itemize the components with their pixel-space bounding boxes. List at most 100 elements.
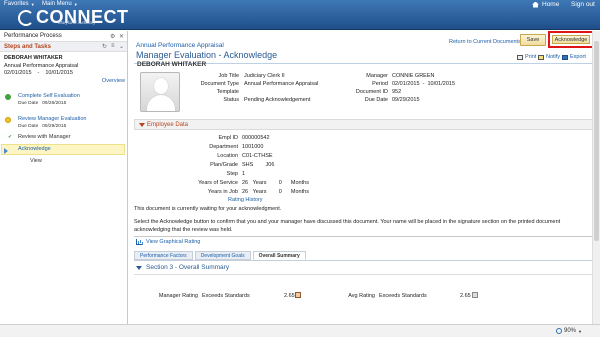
scrollbar-thumb[interactable] [594, 41, 599, 241]
zoom-icon [556, 328, 562, 334]
export-link[interactable]: Export [562, 54, 586, 60]
empl-id-value: 000000542 [242, 135, 270, 141]
field-label: Empl ID [218, 135, 238, 141]
save-button[interactable]: Save [520, 34, 546, 46]
field-period: Period [130, 81, 388, 88]
field-plan-grade: Plan/Grade [130, 162, 238, 169]
refresh-icon[interactable]: ↻ [102, 43, 107, 50]
field-label: Years in Job [207, 189, 238, 195]
tab-overall-summary[interactable]: Overall Summary [252, 251, 306, 260]
field-location: Location [130, 153, 238, 160]
divider [134, 236, 596, 237]
chevron-down-icon: ▼ [73, 1, 78, 7]
breadcrumb[interactable]: Annual Performance Appraisal [136, 42, 224, 49]
gear-icon[interactable]: ⚙ [110, 33, 115, 40]
substep-view[interactable]: View [30, 158, 42, 165]
employee-data-section-header[interactable]: Employee Data [134, 119, 596, 130]
field-step: Step [130, 171, 238, 178]
section-3-header[interactable]: Section 3 - Overall Summary [136, 264, 229, 271]
tab-performance-factors[interactable]: Performance Factors [134, 251, 193, 260]
step-review-manager-evaluation[interactable]: Review Manager Evaluation Due Date 09/29… [18, 116, 86, 130]
field-label: Document ID [355, 89, 388, 95]
rating-history-link[interactable]: Rating History [228, 197, 263, 203]
field-label: Step [226, 171, 238, 177]
department-value: 1001000 [242, 144, 264, 150]
field-document-id: Document ID [130, 89, 388, 96]
collapse-arrow-icon [136, 265, 142, 270]
export-label: Export [570, 54, 586, 60]
manager-value: CONNIE GREEN [392, 73, 435, 79]
employee-name: DEBORAH WHITAKER [4, 55, 63, 61]
period-start: 02/01/2015 [4, 70, 32, 76]
field-label: Due Date [364, 97, 388, 103]
period-value: 02/01/2015 - 10/01/2015 [392, 81, 455, 87]
brand-logo: CONNECT [18, 8, 129, 29]
print-icon [517, 54, 523, 60]
acknowledge-instructions: Select the Acknowledge button to confirm… [134, 219, 561, 233]
chevron-down-icon: ▼ [30, 1, 35, 7]
waiting-message: This document is currently waiting for y… [134, 206, 282, 212]
avg-rating-label-wrap: Avg Rating [130, 293, 375, 300]
substep-review-with-manager[interactable]: Review with Manager [18, 134, 71, 141]
document-id-value: 952 [392, 89, 402, 95]
substep-acknowledge[interactable]: Acknowledge [18, 146, 51, 153]
chevron-down-icon: ▼ [578, 328, 582, 334]
field-label: Location [217, 153, 238, 159]
employee-summary: DEBORAH WHITAKER Annual Performance Appr… [0, 52, 127, 78]
period: 02/01/2015 - 10/01/2015 [4, 70, 123, 78]
document-type: Annual Performance Appraisal [4, 62, 79, 69]
print-link[interactable]: Print [517, 54, 536, 60]
period-separator: - [37, 70, 40, 76]
check-icon: ✔ [8, 134, 13, 140]
panel-title: Performance Process [4, 33, 62, 39]
vertical-scrollbar[interactable] [592, 31, 600, 324]
close-icon[interactable]: ✕ [119, 33, 124, 40]
field-years-of-service: Years of Service [130, 180, 238, 187]
home-icon [532, 1, 539, 8]
zoom-control[interactable]: 90% ▼ [556, 328, 582, 334]
notify-link[interactable]: Notify [538, 54, 560, 60]
field-department: Department [130, 144, 238, 151]
section-3-title: Section 3 - Overall Summary [146, 264, 230, 271]
tab-underline [134, 260, 596, 261]
step-label[interactable]: Review Manager Evaluation [18, 116, 86, 123]
section-title: Employee Data [147, 122, 189, 128]
current-step-arrow-icon [4, 148, 8, 154]
due-date: 09/26/2015 [42, 101, 67, 106]
return-to-current-documents-link[interactable]: Return to Current Documents [449, 39, 521, 45]
performance-process-panel: Performance Process ⚙ ✕ Steps and Tasks … [0, 31, 128, 324]
employee-name-heading: DEBORAH WHITAKER [137, 61, 207, 68]
steps-title: Steps and Tasks [4, 44, 51, 50]
step-value: 1 [242, 171, 246, 177]
tab-development-goals[interactable]: Development Goals [194, 251, 251, 260]
favorites-menu[interactable]: Favorites ▼ [4, 1, 35, 7]
collapse-arrow-icon [139, 123, 145, 127]
home-link[interactable]: Home [532, 1, 559, 8]
view-graphical-rating-link[interactable]: View Graphical Rating [136, 239, 200, 245]
rating-details-icon[interactable] [472, 292, 478, 298]
view-graphical-rating-label: View Graphical Rating [146, 239, 201, 245]
overview-link[interactable]: Overview [102, 78, 125, 84]
acknowledge-label: Acknowledge [552, 35, 590, 44]
period-end: 10/01/2015 [45, 70, 73, 76]
avg-rating-value: 2.65 [460, 293, 471, 299]
field-label: Years of Service [198, 180, 238, 186]
complete-status-icon [5, 94, 11, 100]
step-complete-self-evaluation[interactable]: Complete Self Evaluation Due Date 09/26/… [18, 93, 80, 107]
acknowledge-button[interactable]: Acknowledge [548, 31, 594, 48]
field-due-date: Due Date [130, 97, 388, 104]
due-label: Due Date [18, 124, 39, 129]
field-label: Plan/Grade [210, 162, 238, 168]
print-label: Print [525, 54, 537, 60]
field-label: Manager [366, 73, 388, 79]
location-value: C01-CTHSE [242, 153, 273, 159]
field-manager: Manager [130, 73, 388, 80]
plan-grade-value: SHS J06 [242, 162, 275, 168]
step-label[interactable]: Complete Self Evaluation [18, 93, 80, 100]
sign-out-link[interactable]: Sign out [571, 1, 595, 8]
field-years-in-job: Years in Job [130, 189, 238, 196]
chevron-down-icon[interactable]: ⌄ [119, 43, 124, 50]
menu-icon[interactable]: ≡ [111, 43, 115, 49]
zoom-level: 90% [564, 328, 577, 334]
chart-icon [136, 239, 143, 245]
